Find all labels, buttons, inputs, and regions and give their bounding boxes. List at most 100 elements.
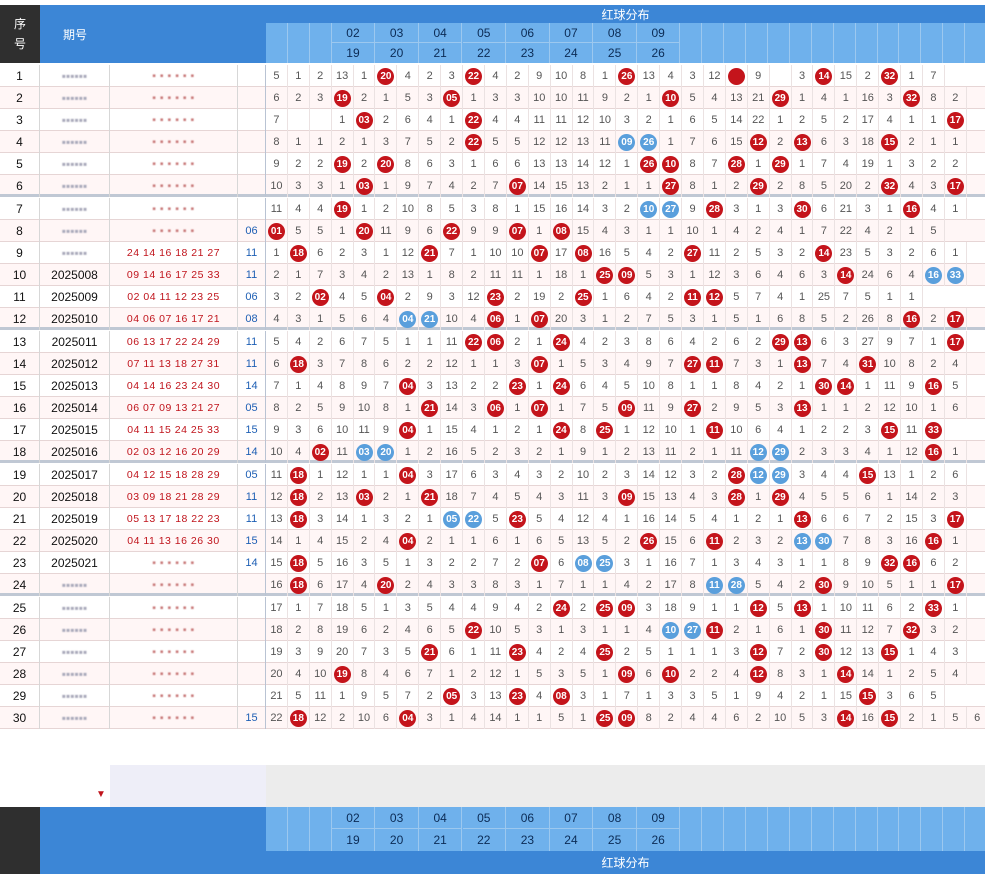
miss-cell: 2 (748, 508, 770, 530)
draw-row[interactable]: 21 2025019 05 13 17 18 22 23 11 13 18 3 14 1 3 2 1 0… (0, 508, 985, 530)
draw-row[interactable]: 19 2025017 04 12 15 18 28 29 05 11 18 1 12 1 1 04 3… (0, 464, 985, 486)
miss-cell: 21 (419, 397, 442, 419)
header-number-bottom: 25 (593, 43, 637, 63)
footer-number-top: 05 (462, 807, 507, 829)
draw-row[interactable]: 18 2025016 02 03 12 16 20 29 14 10 4 02 11 03 20 1… (0, 441, 985, 463)
miss-cell: 5 (266, 331, 288, 353)
miss-cell: 09 (616, 131, 639, 153)
miss-cell: 9 (857, 552, 880, 574)
miss-cell: 3 (857, 198, 880, 220)
miss-cell: 12 (310, 707, 332, 729)
draw-row[interactable]: 9 ▪▪▪▪▪▪ 24 14 16 18 21 27 11 1 18 6 2 3 1 12 21 7 1 1… (0, 242, 985, 264)
red-ball-hit: 04 (399, 532, 417, 550)
miss-cell: 13 (857, 641, 880, 663)
scroll-control[interactable]: ▼ (0, 765, 110, 807)
miss-cell: 2 (616, 87, 639, 109)
miss-cell: 10 (638, 375, 661, 397)
draw-row[interactable]: 2 ▪▪▪▪▪▪ ▪ ▪ ▪ ▪ ▪ ▪ 6 2 3 19 2 1 5 3 05 1 3 3 10 10 11 9 2… (0, 87, 985, 109)
draw-row[interactable]: 22 2025020 04 11 13 16 26 30 15 14 1 4 15 2 4 04 2 1… (0, 530, 985, 552)
miss-cell: 7 (485, 175, 507, 197)
draw-row[interactable]: 1 ▪▪▪▪▪▪ ▪ ▪ ▪ ▪ ▪ ▪ 5 1 2 13 1 20 4 2 3 22 4 2 9 10 8 1 26… (0, 65, 985, 87)
miss-cell: 1 (792, 153, 814, 175)
miss-cell: 6 (945, 464, 967, 486)
scroll-down-icon[interactable]: ▼ (96, 789, 106, 800)
draw-row[interactable]: 5 ▪▪▪▪▪▪ ▪ ▪ ▪ ▪ ▪ ▪ 9 2 2 19 2 20 8 6 3 1 6 6 13 13 14 12… (0, 153, 985, 175)
miss-cell: 9 (397, 220, 420, 242)
miss-cell: 13 (792, 331, 814, 353)
row-seq: 28 (0, 663, 40, 685)
red-ball-hit: 16 (903, 554, 921, 572)
draw-row[interactable]: 23 2025021 ▪ ▪ ▪ ▪ ▪ ▪ 14 15 18 5 16 3 5 1 3 2 2 7 2 07 6… (0, 552, 985, 574)
draw-row[interactable]: 16 2025014 06 07 09 13 21 27 05 8 2 5 9 10 8 1 21 14… (0, 397, 985, 419)
miss-cell: 11 (704, 574, 726, 596)
miss-cell: 9 (419, 286, 442, 308)
row-blue-number: 05 (238, 397, 266, 419)
row-blue-number: 08 (238, 308, 266, 330)
miss-cell: 3 (879, 87, 902, 109)
miss-cell: 13 (879, 464, 902, 486)
miss-cell: 5 (945, 707, 967, 729)
miss-cell: 12 (748, 641, 770, 663)
miss-cell: 8 (660, 375, 683, 397)
miss-cell: 2 (770, 530, 792, 552)
draw-row[interactable]: 14 2025012 07 11 13 18 27 31 11 6 18 3 7 8 6 2 2 12 1… (0, 353, 985, 375)
miss-cell: 08 (573, 242, 595, 264)
draw-row[interactable]: 8 ▪▪▪▪▪▪ ▪ ▪ ▪ ▪ ▪ ▪ 06 01 5 5 1 20 11 9 6 22 9 9 07 1 08… (0, 220, 985, 242)
draw-row[interactable]: 7 ▪▪▪▪▪▪ ▪ ▪ ▪ ▪ ▪ ▪ 11 4 4 19 1 2 10 8 5 3 8 1 15 16 14 3… (0, 198, 985, 220)
miss-cell: 1 (945, 441, 967, 463)
draw-row[interactable]: 30 ▪▪▪▪▪▪ ▪ ▪ ▪ ▪ ▪ ▪ 15 22 18 12 2 10 6 04 3 1 4 14 1 1… (0, 707, 985, 729)
miss-cell: 32 (879, 552, 902, 574)
miss-cell: 23 (835, 242, 858, 264)
row-blue-number (238, 663, 266, 685)
miss-cell: 20 (835, 175, 858, 197)
draw-row[interactable]: 26 ▪▪▪▪▪▪ ▪ ▪ ▪ ▪ ▪ ▪ 18 2 8 19 6 2 4 6 5 22 10 5 3 1 3 1 1… (0, 619, 985, 641)
draw-row[interactable]: 17 2025015 04 11 15 24 25 33 15 9 3 6 10 11 9 04 1 1… (0, 419, 985, 441)
miss-cell: 5 (266, 65, 288, 87)
miss-cell: 1 (792, 286, 814, 308)
draw-row[interactable]: 29 ▪▪▪▪▪▪ ▪ ▪ ▪ ▪ ▪ ▪ 21 5 11 1 9 5 7 2 05 3 13 23 4 08 3… (0, 685, 985, 707)
miss-cell: 2 (835, 308, 858, 330)
miss-cell: 5 (704, 109, 726, 131)
red-ball-hit: 22 (465, 621, 483, 639)
miss-cell: 1 (638, 220, 661, 242)
miss-cell: 10 (266, 441, 288, 463)
miss-cell: 2 (770, 375, 792, 397)
draw-row[interactable]: 24 ▪▪▪▪▪▪ ▪ ▪ ▪ ▪ ▪ ▪ 16 18 6 17 4 20 2 4 3 3 8 3 1 7 1 1 4… (0, 574, 985, 596)
draw-row[interactable]: 10 2025008 09 14 16 17 25 33 11 2 1 7 3 4 2 13 1 8 2 1… (0, 264, 985, 286)
miss-cell: 11 (573, 87, 595, 109)
miss-cell: 15 (879, 707, 902, 729)
miss-cell: 2 (748, 707, 770, 729)
miss-cell: 26 (638, 530, 661, 552)
draw-row[interactable]: 28 ▪▪▪▪▪▪ ▪ ▪ ▪ ▪ ▪ ▪ 20 4 10 19 8 4 6 7 1 2 12 1 5 3 5 1 0… (0, 663, 985, 685)
miss-cell: 3 (507, 87, 529, 109)
miss-cell: 1 (573, 574, 595, 596)
miss-cell: 6 (726, 707, 748, 729)
draw-row[interactable]: 20 2025018 03 09 18 21 28 29 11 12 18 2 13 03 2 1 2… (0, 486, 985, 508)
blue-ball-hit: 08 (574, 554, 592, 572)
draw-row[interactable]: 6 ▪▪▪▪▪▪ ▪ ▪ ▪ ▪ ▪ ▪ 10 3 3 1 03 1 9 7 4 2 7 07 14 15 13 2… (0, 175, 985, 197)
miss-cell: 2 (726, 175, 748, 197)
miss-cell: 8 (354, 663, 376, 685)
draw-row[interactable]: 13 2025011 06 13 17 22 24 29 11 5 4 2 6 7 5 1 1 11 22… (0, 331, 985, 353)
miss-cell: 15 (529, 198, 551, 220)
miss-cell: 12 (529, 131, 551, 153)
footer-ghost-col (724, 807, 747, 851)
miss-cell: 15 (835, 65, 858, 87)
blue-ball-hit: 28 (727, 576, 745, 594)
miss-cell: 1 (595, 663, 617, 685)
miss-cell: 1 (529, 574, 551, 596)
draw-row[interactable]: 15 2025013 04 14 16 23 24 30 14 7 1 4 8 9 7 04 3 13 2… (0, 375, 985, 397)
draw-row[interactable]: 25 ▪▪▪▪▪▪ ▪ ▪ ▪ ▪ ▪ ▪ 17 1 7 18 5 1 3 5 4 4 9 4 2 24 2 25 0… (0, 597, 985, 619)
draw-row[interactable]: 3 ▪▪▪▪▪▪ ▪ ▪ ▪ ▪ ▪ ▪ 7 1 03 2 6 4 1 22 4 4 11 11 12 10 3 2… (0, 109, 985, 131)
draw-row[interactable]: 4 ▪▪▪▪▪▪ ▪ ▪ ▪ ▪ ▪ ▪ 8 1 1 2 1 3 7 5 2 22 5 5 12 12 13 11 0… (0, 131, 985, 153)
miss-cell: 2 (288, 397, 310, 419)
miss-cell: 6 (419, 220, 442, 242)
red-ball-hit: 13 (793, 599, 811, 617)
miss-cell: 2 (419, 530, 442, 552)
miss-cell: 2 (945, 153, 967, 175)
red-ball-hit: 12 (749, 599, 767, 617)
draw-row[interactable]: 27 ▪▪▪▪▪▪ ▪ ▪ ▪ ▪ ▪ ▪ 19 3 9 20 7 3 5 21 6 1 11 23 4 2 4 2… (0, 641, 985, 663)
draw-row[interactable]: 11 2025009 02 04 11 12 23 25 06 3 2 02 4 5 04 2 9 3 1… (0, 286, 985, 308)
miss-cell: 04 (397, 530, 420, 552)
draw-row[interactable]: 12 2025010 04 06 07 16 17 21 08 4 3 1 5 6 4 04 21 10… (0, 308, 985, 330)
